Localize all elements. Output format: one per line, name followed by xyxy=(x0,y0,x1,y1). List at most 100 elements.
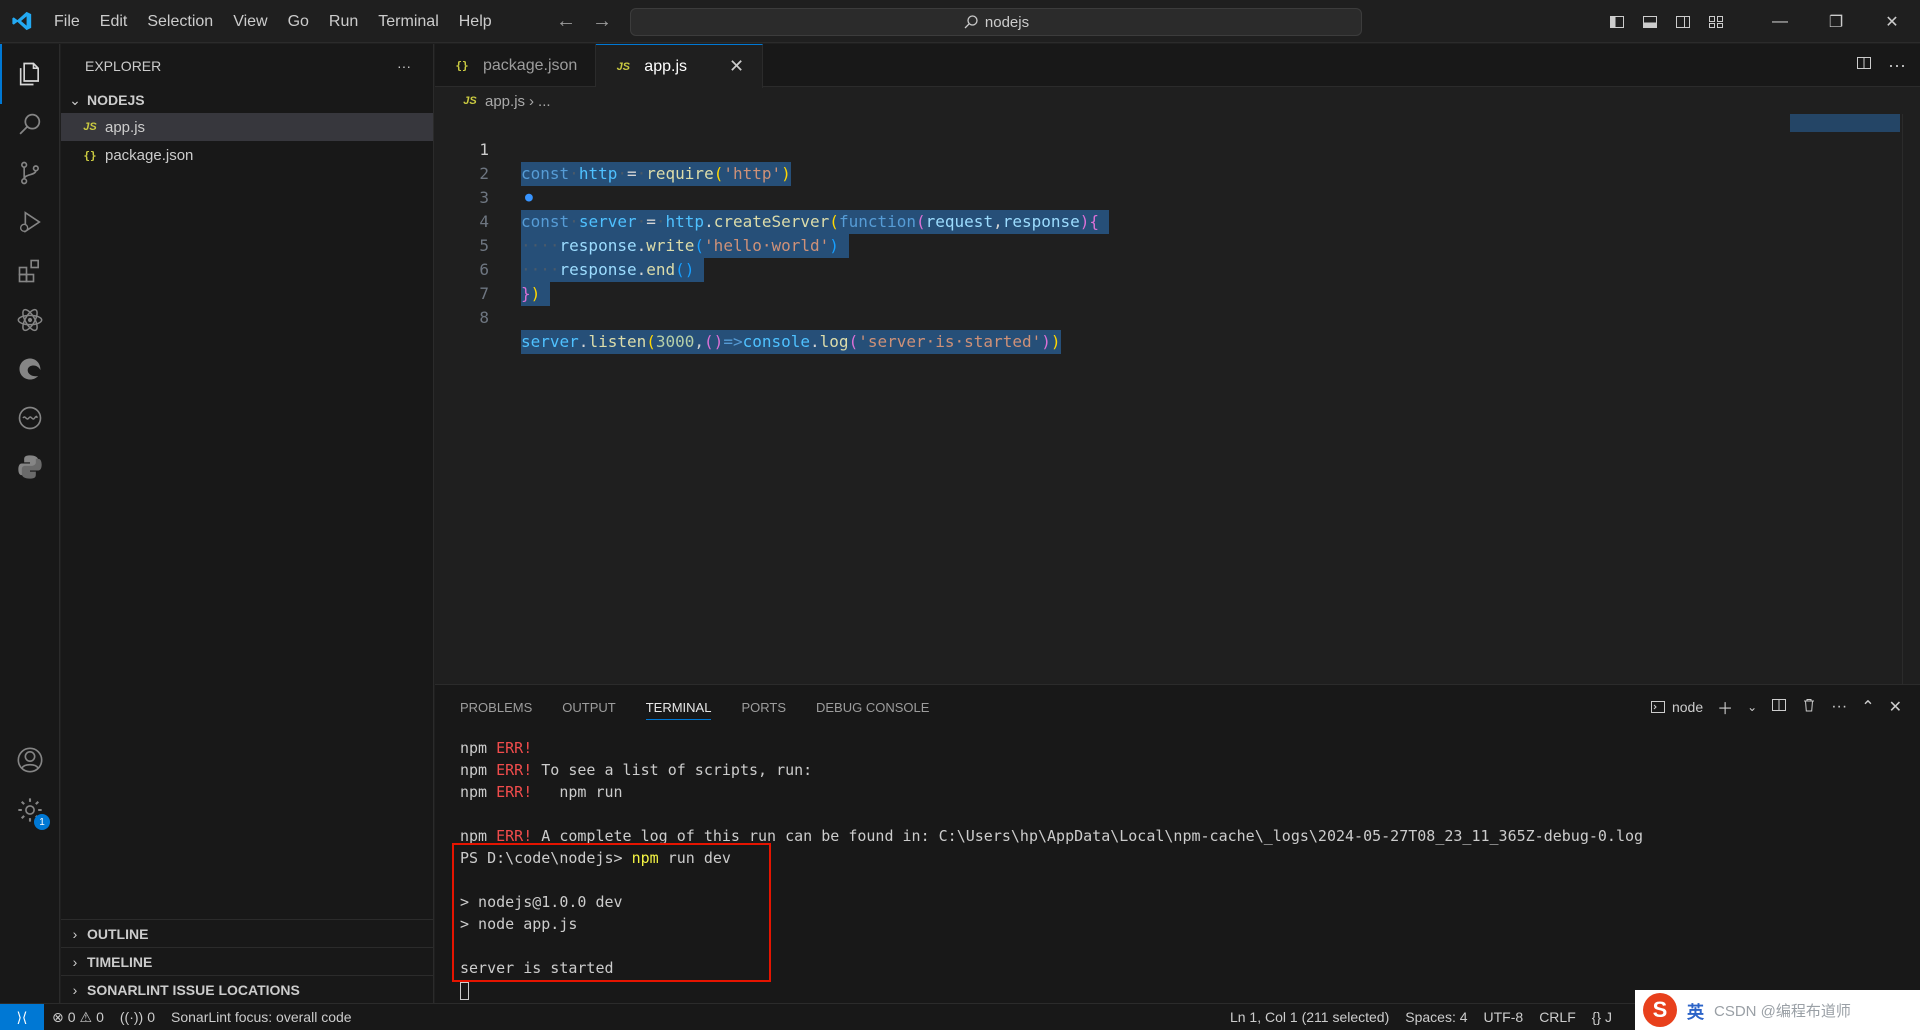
cursor-position[interactable]: Ln 1, Col 1 (211 selected) xyxy=(1222,1009,1397,1025)
menu-help[interactable]: Help xyxy=(449,0,502,43)
folder-nodejs[interactable]: ⌄ NODEJS xyxy=(61,87,433,113)
more-actions-icon[interactable]: ··· xyxy=(1831,698,1847,716)
panel-actions: node ＋ ⌄ ··· ⌃ ✕ xyxy=(1650,685,1902,729)
js-file-icon: JS xyxy=(616,60,631,73)
ports-count: 0 xyxy=(147,1009,155,1025)
section-sonarlint[interactable]: › SONARLINT ISSUE LOCATIONS xyxy=(61,975,433,1003)
split-terminal-icon[interactable] xyxy=(1771,697,1787,718)
menu-edit[interactable]: Edit xyxy=(90,0,138,43)
new-terminal-plus-icon[interactable]: ＋ xyxy=(1717,695,1733,719)
folder-label: NODEJS xyxy=(87,92,145,108)
line-number: 8 xyxy=(479,308,489,327)
more-actions-icon[interactable]: ··· xyxy=(397,58,411,74)
python-icon[interactable] xyxy=(0,437,60,497)
back-arrow-icon[interactable]: ← xyxy=(556,10,576,33)
chevron-down-icon[interactable]: ⌄ xyxy=(1747,700,1757,714)
command-center-search[interactable]: nodejs xyxy=(630,8,1362,36)
code-line: 4 ····response.write('hello·world') xyxy=(435,186,1785,258)
language-mode[interactable]: {} J xyxy=(1584,1009,1620,1025)
search-icon xyxy=(964,15,978,29)
close-tab-icon[interactable]: ✕ xyxy=(729,56,744,77)
tab-output[interactable]: OUTPUT xyxy=(562,700,615,715)
code-editor[interactable]: 1 const·http·=·require('http') 2 ● 3 con… xyxy=(435,114,1785,684)
tab-ports[interactable]: PORTS xyxy=(741,700,786,715)
toggle-secondary-sidebar-icon[interactable] xyxy=(1666,0,1699,43)
toggle-panel-icon[interactable] xyxy=(1633,0,1666,43)
encoding[interactable]: UTF-8 xyxy=(1476,1009,1532,1025)
section-outline[interactable]: › OUTLINE xyxy=(61,919,433,947)
chevron-right-icon: › xyxy=(72,953,78,970)
minimize-icon[interactable]: — xyxy=(1752,0,1808,43)
restore-icon[interactable]: ❐ xyxy=(1808,0,1864,43)
sogou-logo-icon[interactable]: S xyxy=(1643,993,1677,1027)
section-timeline[interactable]: › TIMELINE xyxy=(61,947,433,975)
terminal-cursor xyxy=(460,982,469,1000)
remote-indicator-icon[interactable]: ⟩⟨ xyxy=(0,1003,44,1030)
breadcrumb: JS app.js › ... xyxy=(435,88,551,114)
title-bar: File Edit Selection View Go Run Terminal… xyxy=(0,0,1920,43)
toggle-sidebar-icon[interactable] xyxy=(1600,0,1633,43)
vscode-logo-icon xyxy=(0,0,44,43)
section-label: SONARLINT ISSUE LOCATIONS xyxy=(87,981,300,998)
menu-terminal[interactable]: Terminal xyxy=(368,0,448,43)
warning-icon: ⚠ xyxy=(79,1008,93,1025)
tab-terminal[interactable]: TERMINAL xyxy=(645,700,712,720)
terminal-line: npm ERR! xyxy=(460,739,533,757)
menu-view[interactable]: View xyxy=(223,0,277,43)
more-actions-icon[interactable]: ··· xyxy=(1888,55,1906,76)
code-line: 1 const·http·=·require('http') xyxy=(435,114,1785,186)
panel-tabs: PROBLEMS OUTPUT TERMINAL PORTS DEBUG CON… xyxy=(435,685,929,729)
json-file-icon: {} xyxy=(455,59,469,72)
navigation: ← → xyxy=(556,0,612,43)
trash-icon[interactable] xyxy=(1801,697,1817,718)
menu-bar: File Edit Selection View Go Run Terminal… xyxy=(44,0,502,43)
watermark: CSDN @编程布道师 xyxy=(1714,1002,1851,1020)
forward-arrow-icon[interactable]: → xyxy=(592,10,612,33)
error-count: 0 xyxy=(67,1009,76,1025)
close-window-icon[interactable]: ✕ xyxy=(1864,0,1920,43)
terminal-selector[interactable]: node xyxy=(1650,699,1703,715)
tab-package-json[interactable]: {} package.json xyxy=(435,44,597,87)
breadcrumb-file[interactable]: app.js xyxy=(485,93,525,110)
menu-selection[interactable]: Selection xyxy=(137,0,223,43)
problems-status[interactable]: ⊗ 0 ⚠ 0 xyxy=(44,1009,112,1026)
file-app-js[interactable]: JS app.js xyxy=(61,113,433,141)
settings-gear-icon[interactable]: 1 xyxy=(0,780,60,840)
indentation[interactable]: Spaces: 4 xyxy=(1397,1009,1475,1025)
file-label: package.json xyxy=(105,146,194,164)
section-label: TIMELINE xyxy=(87,953,153,970)
warning-count: 0 xyxy=(96,1009,104,1025)
terminal-line: npm ERR! To see a list of scripts, run: xyxy=(460,761,813,779)
tab-debug-console[interactable]: DEBUG CONSOLE xyxy=(816,700,929,715)
editor-scrollbar[interactable] xyxy=(1902,114,1916,684)
maximize-panel-icon[interactable]: ⌃ xyxy=(1861,697,1874,717)
json-file-icon: {} xyxy=(83,148,97,162)
menu-file[interactable]: File xyxy=(44,0,90,43)
terminal-icon xyxy=(1650,701,1665,713)
ime-language[interactable]: 英 xyxy=(1687,998,1704,1023)
tab-problems[interactable]: PROBLEMS xyxy=(460,700,532,715)
editor-actions: ··· xyxy=(1856,44,1906,87)
js-file-icon: JS xyxy=(463,95,477,107)
chevron-right-icon: › xyxy=(72,981,78,998)
close-panel-icon[interactable]: ✕ xyxy=(1889,697,1902,717)
minimap[interactable] xyxy=(1790,114,1900,132)
tab-app-js[interactable]: JS app.js ✕ xyxy=(596,44,764,88)
code-line: 2 ● xyxy=(435,138,1785,205)
end-of-line[interactable]: CRLF xyxy=(1531,1009,1584,1025)
activity-bar: 1 xyxy=(0,44,60,1003)
sonarlint-status[interactable]: SonarLint focus: overall code xyxy=(163,1009,360,1025)
error-icon: ⊗ xyxy=(52,1008,64,1025)
chevron-down-icon: ⌄ xyxy=(69,91,81,108)
status-bar: ⟩⟨ ⊗ 0 ⚠ 0 ((·)) 0 SonarLint focus: overall… xyxy=(0,1003,1920,1030)
menu-go[interactable]: Go xyxy=(278,0,319,43)
customize-layout-icon[interactable] xyxy=(1699,0,1732,43)
menu-run[interactable]: Run xyxy=(319,0,368,43)
file-label: app.js xyxy=(105,118,146,136)
breadcrumb-rest[interactable]: ... xyxy=(538,93,551,110)
ports-status[interactable]: ((·)) 0 xyxy=(112,1009,163,1025)
file-package-json[interactable]: {} package.json xyxy=(61,141,433,169)
split-editor-icon[interactable] xyxy=(1856,55,1872,76)
explorer-header: EXPLORER ··· xyxy=(61,44,433,87)
